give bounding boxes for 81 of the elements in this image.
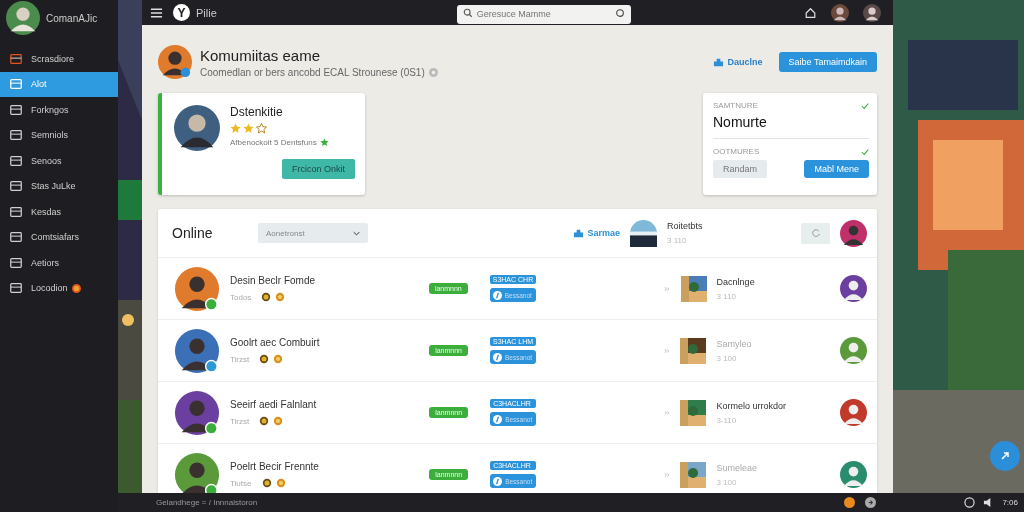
- sidebar-item[interactable]: Forkngos: [0, 97, 118, 123]
- menu-item-icon: [9, 102, 23, 117]
- medal-icon: [273, 354, 284, 364]
- coin-icon: [259, 416, 270, 426]
- share-link[interactable]: Sarmae: [573, 227, 620, 239]
- chevron-right-icon: [663, 471, 671, 478]
- sidebar-item[interactable]: Aetiors: [0, 250, 118, 276]
- check-icon: [861, 147, 869, 156]
- chevron-right-icon: [664, 285, 671, 292]
- clock: 7:06: [1002, 498, 1018, 507]
- decline-link[interactable]: Dauclne: [712, 56, 763, 68]
- menu-item-icon: [9, 179, 23, 194]
- search-field[interactable]: Geresuce Mamme: [456, 4, 631, 24]
- chevron-right-icon: [663, 409, 671, 416]
- status-text: Gelandhege = / Innnalstoron: [156, 498, 258, 507]
- field-value: Nomurte: [713, 114, 768, 130]
- section-title: Online: [172, 225, 214, 241]
- star-icon: [319, 138, 329, 147]
- coin-icon: [259, 354, 270, 364]
- sidebar-item[interactable]: Senoos: [0, 148, 118, 174]
- sidebar-item[interactable]: Semniols: [0, 122, 118, 148]
- player-name: Poelrt Becir Frennte: [230, 461, 320, 472]
- medal-icon: [275, 478, 286, 488]
- avatar: [6, 1, 40, 35]
- chevron-down-icon: [353, 230, 360, 236]
- page-title: Komumiitas eame: [200, 46, 322, 64]
- search-icon: [462, 7, 473, 18]
- page-subtitle: Coomedlan or bers ancobd ECAL Strounese (0S1): [200, 66, 425, 78]
- player-name: Desin Beclr Fomde: [230, 275, 317, 286]
- player-count: 3-110: [716, 415, 738, 425]
- game-name: Dacnlnge: [716, 276, 756, 287]
- menu-item-icon: [9, 153, 23, 168]
- check-icon: [861, 101, 869, 110]
- chevron-right-icon: [664, 347, 671, 354]
- game-name: Samyleo: [716, 338, 753, 349]
- community-avatar: [158, 45, 192, 79]
- profile-name: ComanAJic: [46, 12, 98, 24]
- player-status: Tirzst: [230, 354, 250, 364]
- app-logo: Y: [173, 4, 190, 21]
- player-status: Tirzst: [230, 416, 250, 426]
- secondary-button[interactable]: Randam: [713, 160, 768, 178]
- link-icon: [999, 450, 1011, 462]
- profile-description: Afbenockoit 5 Dentsfuns: [230, 138, 317, 147]
- menu-item-icon: [9, 255, 23, 270]
- menu-item-icon: [9, 128, 23, 143]
- menu-icon[interactable]: [150, 6, 163, 19]
- sidebar-item[interactable]: Comtsiafars: [0, 224, 118, 250]
- follow-button[interactable]: Frcicon Onkit: [282, 159, 355, 179]
- sidebar-item[interactable]: Alot: [0, 71, 118, 97]
- coin-icon: [261, 478, 272, 488]
- game-name: Roitetbts: [667, 221, 704, 231]
- coin-icon: [261, 292, 272, 302]
- medal-icon: [273, 416, 284, 426]
- profile-name: Dstenkitie: [230, 105, 284, 119]
- sidebar-item[interactable]: Locodion: [0, 275, 118, 301]
- medal-icon: [275, 292, 286, 302]
- menu-item-icon: [9, 204, 23, 219]
- star-icon: [230, 123, 241, 134]
- app-title: Pilie: [196, 6, 217, 19]
- field-label: SAMTNURE: [713, 101, 758, 110]
- player-name: Goolrt aec Combuirt: [230, 337, 321, 348]
- primary-button[interactable]: Saibe Tamaimdkain: [778, 52, 877, 72]
- avatar: [174, 105, 220, 151]
- field-label: OOTMURES: [713, 147, 760, 156]
- sidebar-item[interactable]: Stas JuLke: [0, 173, 118, 199]
- player-name: Seeirf aedi Falnlant: [230, 399, 318, 410]
- sidebar-item[interactable]: Kesdas: [0, 199, 118, 225]
- player-status: Tiutse: [230, 478, 252, 488]
- primary-button[interactable]: Mabl Mene: [804, 160, 869, 178]
- star-icon: [243, 123, 254, 134]
- menu-item-icon: [9, 230, 23, 245]
- game-name: Sumeleae: [716, 462, 758, 473]
- sidebar-item[interactable]: Scrasdiore: [0, 46, 118, 72]
- filter-dropdown[interactable]: Aonetronst: [258, 223, 368, 243]
- game-name: Kormelo urrokdor: [716, 400, 787, 411]
- home-icon[interactable]: [804, 6, 817, 19]
- menu-item-icon: [9, 51, 23, 66]
- player-status: Todos: [230, 292, 252, 302]
- menu-item-icon: [9, 77, 23, 92]
- menu-item-icon: [9, 281, 23, 296]
- star-icon: [256, 123, 267, 134]
